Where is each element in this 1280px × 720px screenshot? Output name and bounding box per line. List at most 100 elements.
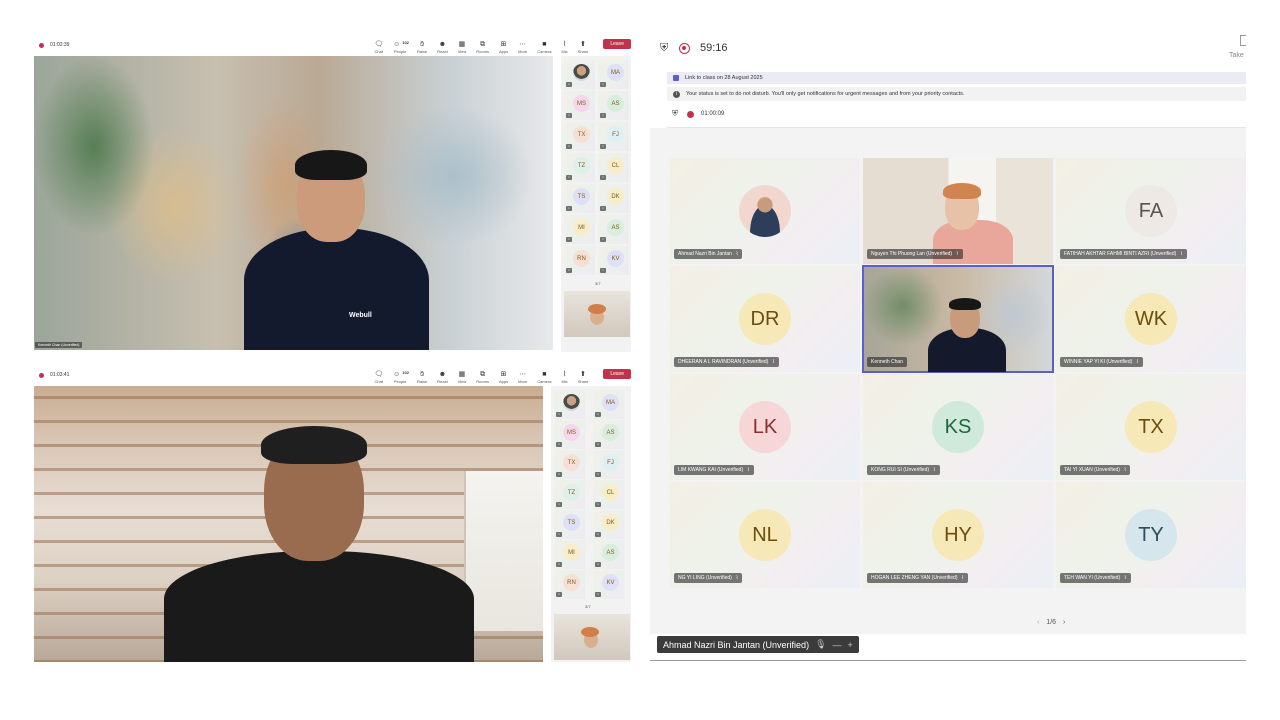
side-participant-tile[interactable]: KV ×	[593, 570, 624, 599]
participant-tile[interactable]: KS KONG RUI SI (Unverified) ⌇	[863, 374, 1053, 480]
side-participant-tile[interactable]: MI ×	[554, 540, 585, 569]
side-participant-tile[interactable]: TS ×	[564, 184, 595, 213]
side-participant-tile[interactable]: MI ×	[564, 215, 595, 244]
raise-hand-icon: ✋︎	[420, 371, 425, 378]
camera-button[interactable]: ■ Camera	[537, 41, 551, 54]
chat-icon: 🗨︎	[374, 371, 384, 378]
side-participant-tile[interactable]: MA ×	[598, 60, 629, 89]
view-button[interactable]: ▦ View	[458, 371, 467, 384]
toolbar-label: Apps	[498, 379, 509, 384]
side-participant-tile[interactable]: AS ×	[593, 420, 624, 449]
side-participant-tile[interactable]: TZ ×	[564, 153, 595, 182]
add-icon[interactable]: +	[848, 640, 853, 650]
mic-button[interactable]: ⌇ Mic	[561, 371, 567, 384]
mic-button[interactable]: ⌇ Mic	[561, 41, 567, 54]
link-banner[interactable]: Link to class on 28 August 2025	[667, 72, 1246, 84]
toolbar-buttons: 🗨︎ Chat ☺ 102 People ✋︎ Raise ☻ React ▦ View ⧉ Rooms…	[369, 36, 593, 54]
side-participant-tile[interactable]: AS ×	[598, 91, 629, 120]
side-participant-tile[interactable]: TX ×	[554, 450, 585, 479]
chevron-left-icon[interactable]: ‹	[1037, 619, 1039, 626]
take-control-icon[interactable]	[1240, 35, 1246, 46]
side-participant-tile[interactable]: CL ×	[593, 480, 624, 509]
self-video-thumbnail[interactable]	[554, 614, 630, 660]
participant-tile[interactable]: TX TAI YI XUAN (Unverified) ⌇	[1056, 374, 1246, 480]
speaker-video	[34, 386, 543, 662]
participant-sidebar[interactable]: × MA × MS × AS × TX × FJ × TZ × CL × TS × DK × MI × AS × RN × KV ×…	[561, 56, 631, 352]
raise-button[interactable]: ✋︎ Raise	[417, 371, 427, 384]
side-participant-tile[interactable]: TX ×	[564, 122, 595, 151]
side-participant-tile[interactable]: AS ×	[598, 215, 629, 244]
participant-tile[interactable]: LK LIM KWANG KAI (Unverified) ⌇	[670, 374, 860, 480]
share-icon: ⬆︎	[580, 371, 586, 378]
side-participant-tile[interactable]: MA ×	[593, 390, 624, 419]
participant-tile[interactable]: TY TEH WAN YI (Unverified) ⌇	[1056, 482, 1246, 588]
chat-button[interactable]: 🗨︎ Chat	[374, 41, 383, 54]
side-participant-tile[interactable]: FJ ×	[593, 450, 624, 479]
participant-tile[interactable]: WK WINNIE YAP YI KI (Unverified) ⌇	[1056, 266, 1246, 372]
recording-icon	[687, 111, 694, 118]
side-participant-tile[interactable]: FJ ×	[598, 122, 629, 151]
participant-tile[interactable]: HY HOGAN LEE ZHENG YAN (Unverified) ⌇	[863, 482, 1053, 588]
people-button[interactable]: ☺ 102 People	[393, 40, 409, 54]
side-participant-tile[interactable]: AS ×	[593, 540, 624, 569]
side-pager[interactable]: 3/7	[595, 281, 601, 286]
self-video-thumbnail[interactable]	[564, 291, 630, 337]
participant-avatar: MS	[573, 95, 590, 112]
side-participant-tile[interactable]: DK ×	[598, 184, 629, 213]
leave-button[interactable]: Leave	[603, 368, 631, 379]
more-button[interactable]: ⋯ More	[518, 371, 527, 384]
side-participant-tile[interactable]: ×	[564, 60, 595, 89]
react-button[interactable]: ☻ React	[437, 41, 447, 54]
more-button[interactable]: ⋯ More	[518, 41, 527, 54]
apps-button[interactable]: ⊞ Apps	[499, 371, 508, 384]
toolbar-label: React	[437, 49, 448, 54]
share-button[interactable]: ⬆︎ Share	[578, 41, 589, 54]
side-participant-tile[interactable]: MS ×	[564, 91, 595, 120]
view-button[interactable]: ▦ View	[458, 41, 467, 54]
side-participant-tile[interactable]: TZ ×	[554, 480, 585, 509]
take-control-label[interactable]: Take	[1229, 52, 1244, 59]
side-participant-tile[interactable]: CL ×	[598, 153, 629, 182]
participant-tile[interactable]: FA FATIHAH AKHTAR FAHMI BINTI AZRI (Unver…	[1056, 158, 1246, 264]
side-participant-tile[interactable]: KV ×	[598, 246, 629, 275]
rooms-button[interactable]: ⧉ Rooms	[476, 41, 489, 54]
minimize-icon[interactable]: —	[833, 640, 842, 650]
side-participant-tile[interactable]: MS ×	[554, 420, 585, 449]
participant-video-tile[interactable]: Nguyen Thi Phuong Lan (Unverified) ⌇	[863, 158, 1053, 264]
side-participant-tile[interactable]: TS ×	[554, 510, 585, 539]
participant-tile[interactable]: Ahmad Nazri Bin Jantan ⌇	[670, 158, 860, 264]
side-participant-tile[interactable]: RN ×	[564, 246, 595, 275]
self-view-bar[interactable]: Ahmad Nazri Bin Jantan (Unverified) 🎙︎ —…	[657, 636, 859, 653]
participant-name-label: FATIHAH AKHTAR FAHMI BINTI AZRI (Unverif…	[1060, 249, 1187, 259]
chat-button[interactable]: 🗨︎ Chat	[374, 371, 383, 384]
camera-button[interactable]: ■ Camera	[537, 371, 551, 384]
react-button[interactable]: ☻ React	[437, 371, 447, 384]
meeting-timer: 01:03:41	[50, 372, 70, 378]
mic-off-icon: ×	[600, 82, 606, 87]
link-banner-text[interactable]: Link to class on 28 August 2025	[685, 75, 763, 81]
participant-tile[interactable]: NL NG YI LING (Unverified) ⌇	[670, 482, 860, 588]
raise-button[interactable]: ✋︎ Raise	[417, 41, 427, 54]
gallery-pager[interactable]: ‹ 1/6 ›	[1037, 619, 1065, 626]
toolbar-label: Chat	[374, 49, 383, 54]
apps-button[interactable]: ⊞ Apps	[499, 41, 508, 54]
share-button[interactable]: ⬆︎ Share	[578, 371, 589, 384]
participant-video-tile[interactable]: Kenneth Chan	[862, 265, 1054, 373]
chevron-right-icon[interactable]: ›	[1063, 619, 1065, 626]
side-participant-tile[interactable]: DK ×	[593, 510, 624, 539]
side-participant-tile[interactable]: ×	[554, 390, 585, 419]
mic-icon[interactable]: 🎙︎	[815, 639, 826, 650]
leave-button[interactable]: Leave	[603, 38, 631, 49]
side-participant-tile[interactable]: RN ×	[554, 570, 585, 599]
people-button[interactable]: ☺ 102 People	[393, 370, 409, 384]
participant-tile[interactable]: DR DHEERAN A L RAVINDRAN (Unverified) ⌇	[670, 266, 860, 372]
participant-sidebar[interactable]: × MA × MS × AS × TX × FJ × TZ × CL × TS × DK × MI × AS × RN × KV ×…	[551, 386, 631, 662]
participant-avatar: FJ	[607, 126, 624, 143]
participant-photo-avatar	[573, 64, 590, 81]
participant-avatar: TS	[573, 188, 590, 205]
apps-icon: ⊞	[500, 41, 507, 48]
mic-off-icon: ×	[556, 532, 562, 537]
rooms-button[interactable]: ⧉ Rooms	[476, 371, 489, 384]
side-pager[interactable]: 3/7	[585, 604, 591, 609]
people-icon: ☺ 102	[393, 40, 409, 48]
